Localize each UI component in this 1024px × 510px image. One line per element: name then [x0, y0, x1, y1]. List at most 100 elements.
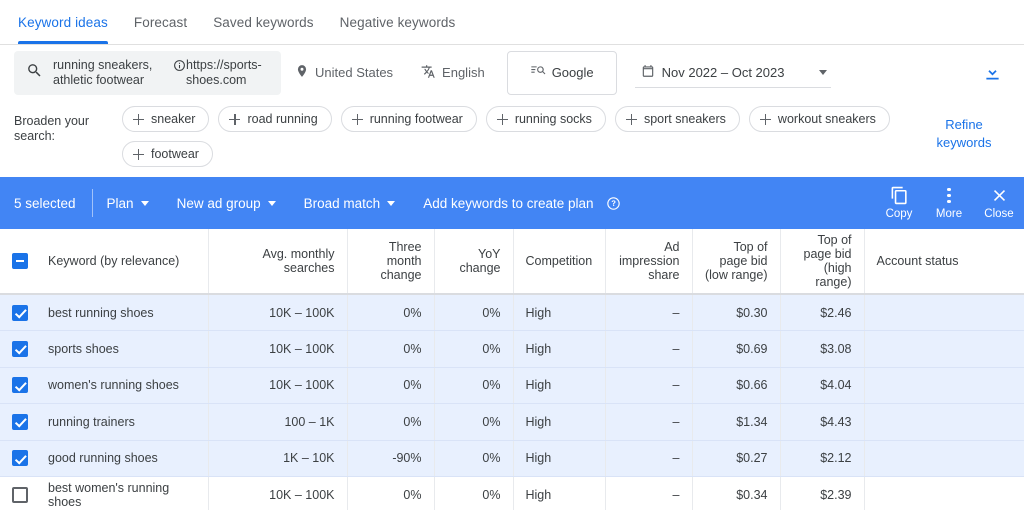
broaden-search-section: Broaden your search: sneaker road runnin…: [0, 100, 1024, 177]
column-header-account-status[interactable]: Account status: [864, 229, 1024, 294]
cell-bid-low: $1.34: [692, 404, 780, 441]
keyword-text: sports shoes: [44, 342, 119, 356]
column-header-bid-high[interactable]: Top of page bid (high range): [780, 229, 864, 294]
column-header-avg-monthly-searches[interactable]: Avg. monthly searches: [208, 229, 347, 294]
column-header-ad-impression-share[interactable]: Ad impression share: [605, 229, 692, 294]
language-label: English: [442, 65, 485, 80]
broaden-chip[interactable]: running footwear: [341, 106, 477, 132]
broaden-chip[interactable]: workout sneakers: [749, 106, 890, 132]
cell-ad-impression-share: –: [605, 294, 692, 331]
cell-three-month-change: 0%: [347, 294, 434, 331]
keyword-text: best running shoes: [44, 306, 154, 320]
table-header-row: Keyword (by relevance) Avg. monthly sear…: [0, 229, 1024, 294]
chevron-down-icon: [141, 201, 149, 206]
tab-label: Keyword ideas: [18, 15, 108, 30]
cell-competition: High: [513, 477, 605, 510]
cell-bid-high: $2.12: [780, 440, 864, 477]
row-checkbox[interactable]: [12, 450, 28, 466]
cell-ad-impression-share: –: [605, 331, 692, 368]
tab-bar: Keyword ideas Forecast Saved keywords Ne…: [0, 0, 1024, 45]
search-url-group: https://sports-shoes.com: [173, 58, 269, 87]
location-label: United States: [315, 65, 393, 80]
cell-keyword: good running shoes: [0, 440, 208, 477]
tab-saved-keywords[interactable]: Saved keywords: [200, 0, 326, 44]
plan-dropdown[interactable]: Plan: [93, 183, 163, 223]
plus-icon: [760, 114, 771, 125]
search-icon: [26, 62, 43, 84]
chevron-down-icon: [268, 201, 276, 206]
tab-forecast[interactable]: Forecast: [121, 0, 200, 44]
column-header-three-month-change[interactable]: Three month change: [347, 229, 434, 294]
cell-yoy-change: 0%: [434, 331, 513, 368]
cell-three-month-change: -90%: [347, 440, 434, 477]
calendar-icon: [641, 64, 655, 81]
column-label: Keyword (by relevance): [44, 254, 179, 268]
add-keywords-button[interactable]: Add keywords to create plan: [409, 183, 634, 223]
tab-keyword-ideas[interactable]: Keyword ideas: [14, 0, 121, 44]
table-row[interactable]: sports shoes10K – 100K0%0%High–$0.69$3.0…: [0, 331, 1024, 368]
column-header-yoy-change[interactable]: YoY change: [434, 229, 513, 294]
location-pin-icon: [295, 64, 309, 81]
cell-ad-impression-share: –: [605, 404, 692, 441]
search-terms-text: running sneakers, athletic footwear: [53, 58, 163, 87]
ad-group-dropdown[interactable]: New ad group: [163, 183, 290, 223]
network-search-icon: [530, 63, 546, 82]
cell-yoy-change: 0%: [434, 477, 513, 510]
match-type-dropdown[interactable]: Broad match: [290, 183, 410, 223]
cell-competition: High: [513, 294, 605, 331]
table-row[interactable]: good running shoes1K – 10K-90%0%High–$0.…: [0, 440, 1024, 477]
network-label: Google: [552, 65, 594, 80]
more-button[interactable]: More: [924, 177, 974, 229]
table-row[interactable]: best running shoes10K – 100K0%0%High–$0.…: [0, 294, 1024, 331]
broaden-chip[interactable]: footwear: [122, 141, 213, 167]
refine-keywords-link[interactable]: Refine keywords: [918, 116, 1010, 152]
tab-label: Forecast: [134, 15, 187, 30]
cell-account-status: [864, 331, 1024, 368]
table-row[interactable]: best women's running shoes10K – 100K0%0%…: [0, 477, 1024, 510]
plus-icon: [133, 149, 144, 160]
more-label: More: [936, 208, 962, 220]
row-checkbox[interactable]: [12, 305, 28, 321]
cell-bid-high: $4.04: [780, 367, 864, 404]
row-checkbox[interactable]: [12, 341, 28, 357]
broaden-chip[interactable]: road running: [218, 106, 331, 132]
help-icon[interactable]: [606, 196, 621, 211]
info-icon[interactable]: [173, 59, 186, 76]
chevron-down-icon[interactable]: [819, 70, 827, 75]
broaden-chip[interactable]: sneaker: [122, 106, 209, 132]
cell-bid-low: $0.27: [692, 440, 780, 477]
cell-bid-low: $0.69: [692, 331, 780, 368]
copy-icon: [890, 186, 909, 205]
plan-label: Plan: [107, 196, 134, 211]
column-header-competition[interactable]: Competition: [513, 229, 605, 294]
tab-negative-keywords[interactable]: Negative keywords: [327, 0, 469, 44]
table-row[interactable]: women's running shoes10K – 100K0%0%High–…: [0, 367, 1024, 404]
network-filter[interactable]: Google: [507, 51, 617, 95]
cell-bid-low: $0.30: [692, 294, 780, 331]
select-all-checkbox[interactable]: [12, 253, 28, 269]
download-button[interactable]: [976, 57, 1008, 89]
cell-account-status: [864, 367, 1024, 404]
column-header-keyword[interactable]: Keyword (by relevance): [0, 229, 208, 294]
location-filter[interactable]: United States: [281, 53, 407, 93]
broaden-chip[interactable]: running socks: [486, 106, 606, 132]
chip-label: running socks: [515, 112, 592, 126]
broaden-chip[interactable]: sport sneakers: [615, 106, 740, 132]
row-checkbox[interactable]: [12, 487, 28, 503]
search-input[interactable]: running sneakers, athletic footwear http…: [14, 51, 281, 95]
cell-bid-high: $2.39: [780, 477, 864, 510]
cell-bid-low: $0.34: [692, 477, 780, 510]
cell-yoy-change: 0%: [434, 404, 513, 441]
search-url-text: https://sports-shoes.com: [186, 58, 269, 87]
date-range-filter[interactable]: Nov 2022 – Oct 2023: [635, 58, 832, 88]
close-button[interactable]: Close: [974, 177, 1024, 229]
language-filter[interactable]: English: [407, 53, 499, 93]
cell-account-status: [864, 404, 1024, 441]
row-checkbox[interactable]: [12, 414, 28, 430]
chip-label: footwear: [151, 147, 199, 161]
table-row[interactable]: running trainers100 – 1K0%0%High–$1.34$4…: [0, 404, 1024, 441]
broaden-label: Broaden your search:: [14, 106, 122, 144]
copy-button[interactable]: Copy: [874, 177, 924, 229]
column-header-bid-low[interactable]: Top of page bid (low range): [692, 229, 780, 294]
row-checkbox[interactable]: [12, 377, 28, 393]
